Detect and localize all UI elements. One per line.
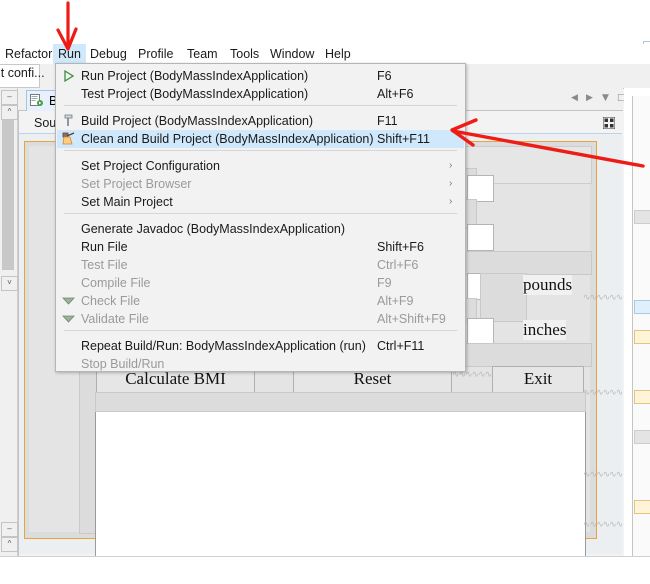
height-text-field[interactable]: [467, 318, 494, 345]
menu-item-shortcut: Ctrl+F6: [377, 258, 419, 272]
ide-status-bar: [0, 556, 650, 584]
menu-item-label: Build Project (BodyMassIndexApplication): [81, 114, 314, 128]
menu-item-label: Stop Build/Run: [81, 357, 165, 371]
menu-item-label: Check File: [81, 294, 141, 308]
run-menu-dropdown: Run Project (BodyMassIndexApplication) F6…: [55, 63, 466, 372]
menu-separator: [64, 330, 457, 331]
snap-to-grid-icon[interactable]: [603, 117, 615, 129]
tab-list-dropdown-icon[interactable]: ▼: [602, 93, 609, 103]
ide-top-toolbar-area: [0, 0, 650, 44]
menu-item-shortcut: F11: [377, 114, 398, 128]
menu-item-stop-build-run[interactable]: Stop Build/Run: [57, 355, 464, 373]
text-field-2[interactable]: [467, 224, 494, 251]
menu-item-shortcut: Shift+F11: [377, 132, 430, 146]
right-panel-row-3[interactable]: [634, 330, 650, 344]
dock-bottom-minimize-button[interactable]: –: [1, 522, 18, 537]
menu-item-label: Set Project Configuration: [81, 159, 220, 173]
check-file-chevron-icon: [62, 297, 75, 305]
right-panel-row-6[interactable]: [634, 500, 650, 514]
form-label-inches[interactable]: inches: [523, 320, 567, 340]
menu-separator: [64, 213, 457, 214]
broom-clean-build-icon: [62, 132, 75, 145]
menu-item-label: Set Project Browser: [81, 177, 192, 191]
menu-item-shortcut: F9: [377, 276, 392, 290]
form-label-pounds[interactable]: pounds: [523, 275, 573, 295]
menu-item-repeat-build-run-bodymassindexapplication-run[interactable]: Repeat Build/Run: BodyMassIndexApplicati…: [57, 337, 464, 355]
menubar-item-tools[interactable]: Tools: [225, 44, 264, 64]
project-configuration-value: lt confi...: [0, 66, 45, 80]
text-field-1[interactable]: [467, 175, 494, 202]
dock-bottom-scroll-up-button[interactable]: ^: [1, 537, 18, 552]
menu-item-test-file[interactable]: Test File Ctrl+F6: [57, 256, 464, 274]
menu-item-shortcut: Alt+F6: [377, 87, 414, 101]
menu-item-label: Generate Javadoc (BodyMassIndexApplicati…: [81, 222, 346, 236]
menu-item-run-file[interactable]: Run File Shift+F6: [57, 238, 464, 256]
menu-item-shortcut: Ctrl+F11: [377, 339, 425, 353]
nav-forward-icon[interactable]: ▶: [586, 93, 593, 103]
form-row-spacer-5[interactable]: [455, 343, 592, 367]
resize-squiggle-1: ∿∿∿∿∿∿: [583, 293, 623, 303]
menubar-item-debug[interactable]: Debug: [85, 44, 132, 64]
left-dock-scrollbar-thumb[interactable]: [2, 120, 14, 270]
dock-minimize-button[interactable]: –: [1, 90, 18, 105]
right-panel-row-5[interactable]: [634, 430, 650, 444]
submenu-chevron-icon: ›: [449, 196, 453, 207]
form-strip-above-textarea[interactable]: [95, 392, 586, 412]
main-menu-bar: Refactor Run Debug Profile Team Tools Window He…: [0, 44, 650, 64]
menu-item-label: Compile File: [81, 276, 151, 290]
menu-item-label: Set Main Project: [81, 195, 173, 209]
menu-item-validate-file[interactable]: Validate File Alt+Shift+F9: [57, 310, 464, 328]
right-panel-row-1[interactable]: [634, 210, 650, 224]
java-form-file-icon: [30, 94, 43, 106]
menubar-item-window[interactable]: Window: [265, 44, 319, 64]
menubar-item-refactor[interactable]: Refactor: [0, 44, 57, 64]
menubar-item-help[interactable]: Help: [320, 44, 356, 64]
menu-item-set-project-configuration[interactable]: Set Project Configuration ›: [57, 157, 464, 175]
menu-item-label: Run File: [81, 240, 128, 254]
form-button-exit[interactable]: Exit: [492, 366, 584, 393]
form-grid-cell-a[interactable]: [480, 273, 527, 322]
menu-item-generate-javadoc-bodymassindexapplication[interactable]: Generate Javadoc (BodyMassIndexApplicati…: [57, 220, 464, 238]
menu-item-label: Validate File: [81, 312, 149, 326]
dock-scroll-up-button[interactable]: ^: [1, 105, 18, 120]
menu-item-label: Repeat Build/Run: BodyMassIndexApplicati…: [81, 339, 366, 353]
menu-item-clean-and-build-project-bodymassindexapplication[interactable]: Clean and Build Project (BodyMassIndexAp…: [57, 130, 464, 148]
menubar-item-team[interactable]: Team: [182, 44, 223, 64]
menu-item-test-project-bodymassindexapplication[interactable]: Test Project (BodyMassIndexApplication) A…: [57, 85, 464, 103]
menu-item-shortcut: Alt+Shift+F9: [377, 312, 446, 326]
menubar-item-run[interactable]: Run: [53, 44, 86, 64]
menu-item-set-main-project[interactable]: Set Main Project ›: [57, 193, 464, 211]
resize-squiggle-4: ∿∿∿∿∿∿: [583, 520, 623, 530]
menu-item-build-project-bodymassindexapplication[interactable]: Build Project (BodyMassIndexApplication)…: [57, 112, 464, 130]
menu-item-label: Test Project (BodyMassIndexApplication): [81, 87, 309, 101]
menu-item-shortcut: Alt+F9: [377, 294, 414, 308]
menu-item-set-project-browser[interactable]: Set Project Browser ›: [57, 175, 464, 193]
right-panel-row-2[interactable]: [634, 300, 650, 314]
menu-item-shortcut: Shift+F6: [377, 240, 424, 254]
nav-back-icon[interactable]: ◀: [571, 93, 578, 103]
menu-item-check-file[interactable]: Check File Alt+F9: [57, 292, 464, 310]
menu-item-compile-file[interactable]: Compile File F9: [57, 274, 464, 292]
hammer-build-icon: [64, 114, 73, 126]
dock-scroll-down-button[interactable]: ˅: [1, 276, 18, 291]
resize-squiggle-2: ∿∿∿∿∿∿: [583, 388, 623, 398]
form-row-spacer-3[interactable]: [455, 251, 592, 275]
run-green-triangle-icon: [64, 69, 75, 83]
menu-item-label: Run Project (BodyMassIndexApplication): [81, 69, 309, 83]
menu-item-label: Clean and Build Project (BodyMassIndexAp…: [81, 132, 374, 146]
menu-item-label: Test File: [81, 258, 128, 272]
submenu-chevron-icon: ›: [449, 178, 453, 189]
menu-separator: [64, 105, 457, 106]
menu-item-run-project-bodymassindexapplication[interactable]: Run Project (BodyMassIndexApplication) F6: [57, 67, 464, 85]
resize-squiggle-3: ∿∿∿∿∿∿: [583, 470, 623, 480]
menu-item-shortcut: F6: [377, 69, 392, 83]
menu-separator: [64, 150, 457, 151]
menubar-item-profile[interactable]: Profile: [133, 44, 178, 64]
validate-file-chevron-icon: [62, 315, 75, 323]
right-panel-row-4[interactable]: [634, 390, 650, 404]
submenu-chevron-icon: ›: [449, 160, 453, 171]
